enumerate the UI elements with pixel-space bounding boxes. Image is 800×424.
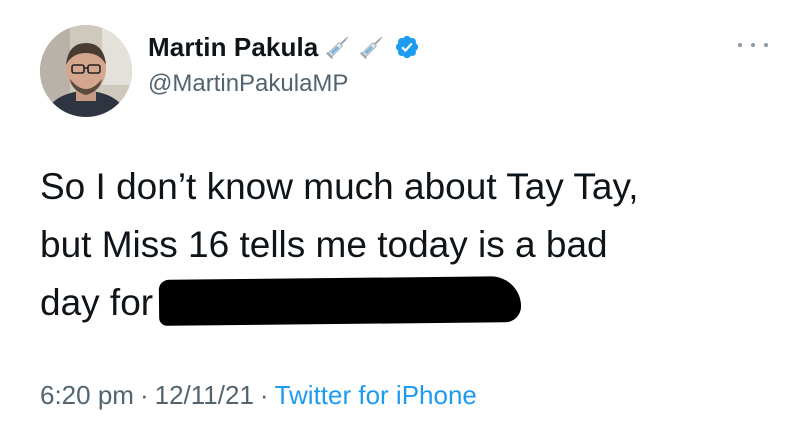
handle[interactable]: @MartinPakulaMP	[148, 70, 348, 98]
display-name[interactable]: Martin Pakula	[148, 32, 318, 63]
avatar-photo	[40, 25, 132, 117]
tweet-text-fragment: day for	[40, 282, 154, 323]
more-options-icon[interactable]	[738, 38, 768, 52]
tweet-text-line-last: day for	[40, 274, 780, 332]
syringe-icon	[360, 36, 383, 60]
tweet-text-line: but Miss 16 tells me today is a bad	[40, 224, 608, 265]
syringe-icon	[326, 36, 349, 60]
tweet-card: Martin Pakula @MartinPakulaMP So I don’t…	[0, 0, 800, 424]
tweet-meta: 6:20 pm · 12/11/21 · Twitter for iPhone	[40, 380, 477, 411]
tweet-date[interactable]: 12/11/21	[155, 380, 254, 410]
meta-separator: ·	[259, 380, 269, 410]
name-row: Martin Pakula	[148, 30, 420, 64]
tweet-text: So I don’t know much about Tay Tay, but …	[40, 158, 780, 332]
redaction-block	[158, 276, 522, 327]
tweet-text-line: So I don’t know much about Tay Tay,	[40, 166, 639, 207]
meta-separator: ·	[139, 380, 149, 410]
avatar[interactable]	[40, 25, 132, 117]
verified-badge-icon	[396, 35, 419, 59]
tweet-source-link[interactable]: Twitter for iPhone	[275, 380, 477, 410]
tweet-time[interactable]: 6:20 pm	[40, 380, 134, 410]
